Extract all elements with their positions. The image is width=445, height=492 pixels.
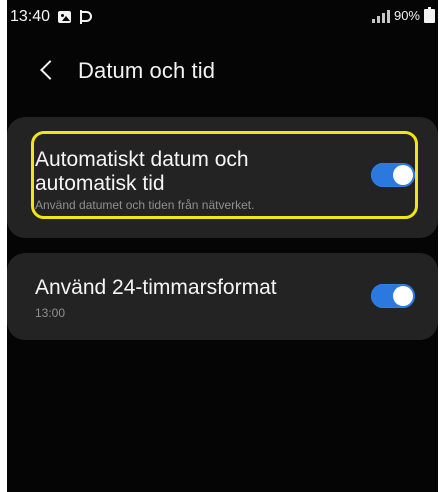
settings-card-24-hour-format[interactable]: Använd 24-timmarsformat 13:00: [7, 253, 438, 340]
auto-datetime-subtitle: Använd datumet och tiden från nätverket.: [35, 198, 255, 212]
24-hour-format-subtitle: 13:00: [35, 306, 66, 320]
auto-datetime-title-line-1: Automatiskt datum och: [35, 148, 249, 171]
24-hour-format-setting-row[interactable]: Använd 24-timmarsformat 13:00: [35, 253, 424, 340]
settings-card-auto-datetime[interactable]: Automatiskt datum och automatisk tid Anv…: [7, 117, 438, 238]
auto-datetime-title-line-2: automatisk tid: [35, 172, 165, 195]
24-hour-format-toggle[interactable]: [371, 284, 415, 308]
status-time: 13:40: [10, 8, 51, 25]
signal-icon: [371, 9, 390, 23]
24-hour-format-title: Använd 24-timmarsformat: [35, 276, 277, 299]
status-right: 90%: [371, 7, 435, 24]
status-bar: 13:40 90%: [7, 0, 438, 34]
status-left: 13:40: [10, 8, 93, 26]
battery-icon: [424, 7, 435, 23]
p-icon: [79, 10, 93, 24]
auto-datetime-setting-row[interactable]: Automatiskt datum och automatisk tid Anv…: [35, 117, 424, 238]
page-title: Datum och tid: [78, 58, 216, 83]
phone-screen: 13:40 90% Datum och tid Automatiskt datu…: [7, 0, 438, 492]
battery-percentage: 90%: [393, 8, 420, 23]
auto-datetime-toggle[interactable]: [371, 163, 415, 187]
back-button[interactable]: [33, 53, 61, 87]
image-icon: [58, 11, 72, 23]
chevron-left-icon: [40, 60, 60, 80]
